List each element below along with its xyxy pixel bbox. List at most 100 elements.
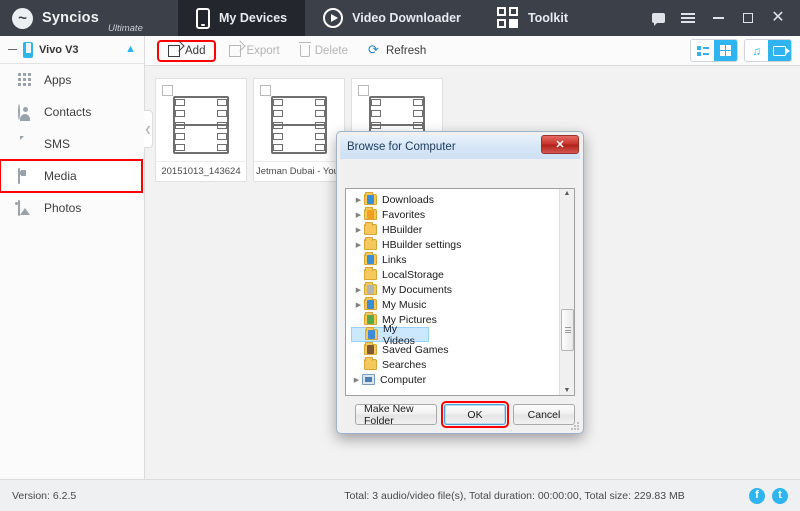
- tab-my-devices[interactable]: My Devices: [178, 0, 306, 36]
- folder-videos-icon: [365, 327, 378, 340]
- expand-arrow-icon[interactable]: ▶: [353, 196, 364, 204]
- expand-arrow-icon[interactable]: ▶: [353, 301, 364, 309]
- tree-item-label: Favorites: [382, 208, 426, 221]
- sidebar-collapse-handle[interactable]: ❮: [144, 110, 153, 148]
- film-strip-icon: [271, 96, 327, 154]
- folder-downloads-icon: [364, 192, 377, 205]
- add-button[interactable]: Add: [156, 39, 217, 62]
- toolbar-actions: Add Export Delete ⟳ Refresh: [145, 39, 435, 62]
- minimize-icon: [712, 17, 724, 19]
- tree-item[interactable]: ▶ Favorites: [351, 207, 559, 222]
- twitter-icon[interactable]: t: [772, 487, 788, 504]
- media-icon: [18, 167, 34, 184]
- minimize-button[interactable]: [704, 0, 732, 36]
- sidebar: Vivo V3 ▲ Apps Contacts SMS Media Photos: [0, 36, 145, 479]
- grid-view-button[interactable]: [714, 40, 737, 61]
- cancel-button[interactable]: Cancel: [513, 404, 575, 425]
- menu-button[interactable]: [674, 0, 702, 36]
- tree-item[interactable]: ▶ Downloads: [351, 192, 559, 207]
- tree-item[interactable]: Saved Games: [351, 342, 559, 357]
- item-checkbox[interactable]: [162, 85, 173, 96]
- expand-arrow-icon[interactable]: ▶: [353, 241, 364, 249]
- tree-item[interactable]: ▶ My Documents: [351, 282, 559, 297]
- tree-item[interactable]: ▶ My Music: [351, 297, 559, 312]
- tree-item-label: Computer: [380, 373, 427, 386]
- facebook-icon[interactable]: f: [749, 487, 765, 504]
- item-checkbox[interactable]: [260, 85, 271, 96]
- folder-documents-icon: [364, 282, 377, 295]
- phone-icon: [23, 41, 33, 58]
- sidebar-item-media-label: Media: [44, 169, 77, 183]
- tree-item-computer[interactable]: ▶ Computer: [351, 372, 559, 387]
- feedback-button[interactable]: [644, 0, 672, 36]
- grid-squares-icon: [496, 7, 519, 29]
- brand: ~ Syncios Ultimate: [0, 0, 178, 36]
- tree-item[interactable]: Searches: [351, 357, 559, 372]
- sidebar-item-photos[interactable]: Photos: [0, 192, 144, 224]
- close-icon: ✕: [771, 9, 785, 26]
- ok-button[interactable]: OK: [444, 404, 506, 425]
- scroll-up-icon[interactable]: ▲: [564, 190, 571, 197]
- media-item[interactable]: 20151013_143624: [155, 78, 247, 182]
- export-button-label: Export: [246, 44, 280, 57]
- maximize-button[interactable]: [734, 0, 762, 36]
- media-item[interactable]: Jetman Dubai - You...: [253, 78, 345, 182]
- scrollbar-thumb[interactable]: [561, 309, 574, 351]
- tree-item[interactable]: LocalStorage: [351, 267, 559, 282]
- tree-item-my-videos[interactable]: My Videos: [351, 323, 429, 347]
- sidebar-item-photos-label: Photos: [44, 201, 82, 215]
- dialog-close-icon[interactable]: ✕: [541, 135, 579, 154]
- delete-button[interactable]: Delete: [291, 41, 357, 60]
- sidebar-item-apps[interactable]: Apps: [0, 64, 144, 96]
- tree-item[interactable]: ▶ HBuilder: [351, 222, 559, 237]
- sms-icon: [18, 137, 34, 152]
- close-button[interactable]: ✕: [764, 0, 792, 36]
- device-row[interactable]: Vivo V3 ▲: [0, 36, 144, 64]
- tree-item-label: Downloads: [382, 193, 434, 206]
- sidebar-item-media[interactable]: Media: [0, 159, 143, 193]
- ok-button-highlight: OK: [441, 401, 509, 428]
- folder-links-icon: [364, 252, 377, 265]
- tab-video-downloader[interactable]: Video Downloader: [305, 0, 479, 36]
- item-checkbox[interactable]: [358, 85, 369, 96]
- expand-arrow-icon[interactable]: ▶: [353, 286, 364, 294]
- main-nav: My Devices Video Downloader Toolkit: [178, 0, 644, 36]
- make-new-folder-button[interactable]: Make New Folder: [355, 403, 437, 427]
- play-circle-icon: [323, 8, 344, 28]
- video-filter-button[interactable]: [768, 40, 791, 61]
- minus-icon[interactable]: [8, 48, 17, 51]
- tree-item[interactable]: Links: [351, 252, 559, 267]
- eject-icon[interactable]: ▲: [125, 44, 136, 55]
- folder-tree-panel: ▶ Downloads ▶ Favorites ▶ HBuilder ▶ HBu…: [345, 188, 575, 396]
- scroll-down-icon[interactable]: ▼: [564, 387, 571, 394]
- folder-icon: [364, 222, 377, 235]
- sidebar-item-apps-label: Apps: [44, 73, 72, 87]
- list-view-button[interactable]: [691, 40, 714, 61]
- photos-icon: [18, 199, 34, 216]
- syncios-window: ~ Syncios Ultimate My Devices Video Down…: [0, 0, 800, 511]
- refresh-icon: ⟳: [367, 42, 379, 57]
- version-label: Version: 6.2.5: [12, 489, 77, 502]
- brand-name: Syncios: [42, 10, 100, 26]
- delete-button-label: Delete: [314, 44, 348, 57]
- list-view-icon: [696, 45, 709, 56]
- sidebar-item-contacts[interactable]: Contacts: [0, 96, 144, 128]
- export-button[interactable]: Export: [220, 42, 288, 60]
- title-bar: ~ Syncios Ultimate My Devices Video Down…: [0, 0, 800, 36]
- dialog-buttons: Make New Folder OK Cancel: [345, 396, 575, 428]
- chat-icon: [651, 13, 665, 26]
- tab-toolkit[interactable]: Toolkit: [479, 0, 586, 36]
- brand-edition: Ultimate: [108, 23, 143, 34]
- refresh-button[interactable]: ⟳ Refresh: [359, 41, 435, 60]
- expand-arrow-icon[interactable]: ▶: [353, 211, 364, 219]
- sidebar-item-sms-label: SMS: [44, 137, 71, 151]
- tab-toolkit-label: Toolkit: [527, 11, 568, 25]
- tree-scrollbar[interactable]: ▲ ▼: [559, 189, 574, 395]
- expand-arrow-icon[interactable]: ▶: [353, 226, 364, 234]
- expand-arrow-icon[interactable]: ▶: [351, 376, 362, 384]
- resize-grip-icon[interactable]: [570, 421, 579, 430]
- sidebar-item-sms[interactable]: SMS: [0, 128, 144, 160]
- window-controls: ✕: [644, 0, 800, 36]
- tree-item[interactable]: ▶ HBuilder settings: [351, 237, 559, 252]
- music-filter-button[interactable]: ♫: [745, 40, 768, 61]
